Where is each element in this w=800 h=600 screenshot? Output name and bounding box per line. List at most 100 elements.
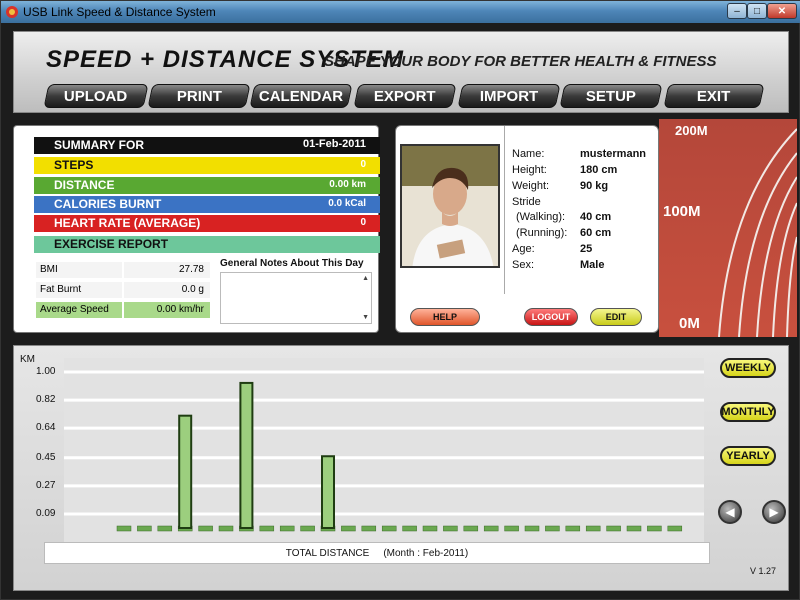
exercise-report-row[interactable]: EXERCISE REPORT [34, 236, 380, 253]
exit-button[interactable]: EXIT [663, 84, 765, 108]
app-window: USB Link Speed & Distance System – □ ✕ S… [0, 0, 800, 600]
baseline-mark [381, 525, 397, 532]
baseline-mark [545, 525, 560, 532]
import-button[interactable]: IMPORT [457, 84, 561, 108]
baseline-mark [443, 525, 458, 532]
close-icon: ✕ [777, 5, 787, 17]
baseline-mark [647, 525, 662, 532]
baseline-mark [361, 525, 377, 532]
upload-button[interactable]: UPLOAD [43, 84, 149, 108]
baseline-mark [402, 525, 417, 532]
print-button[interactable]: PRINT [147, 84, 251, 108]
steps-label: STEPS [54, 158, 94, 172]
track-0m-label: 0M [679, 315, 700, 332]
baseline-mark [300, 525, 315, 532]
baseline-mark [483, 525, 499, 532]
height-label: Height: [512, 164, 547, 176]
person-photo-icon [402, 146, 498, 266]
maximize-button[interactable]: □ [747, 3, 767, 19]
baseline-mark [341, 525, 356, 532]
baseline-mark [585, 525, 601, 532]
total-distance-label: TOTAL DISTANCE [285, 547, 370, 559]
version-label: V 1.27 [749, 566, 776, 576]
calendar-button[interactable]: CALENDAR [249, 84, 353, 108]
y-tick-label: 0.27 [36, 479, 56, 491]
distance-bar[interactable] [321, 455, 335, 529]
minimize-icon: – [734, 5, 740, 17]
y-tick-label: 0.45 [36, 451, 56, 463]
stride-label: Stride [512, 196, 541, 208]
baseline-mark [137, 525, 152, 532]
close-button[interactable]: ✕ [767, 3, 797, 19]
chart-footer: TOTAL DISTANCE (Month : Feb-2011) [44, 542, 710, 564]
next-period-button[interactable]: ▶ [762, 500, 786, 524]
setup-label: SETUP [585, 87, 636, 105]
header: SPEED + DISTANCE SYSTEM SHAPE YOUR BODY … [13, 31, 789, 113]
running-label: (Running): [516, 227, 568, 239]
baseline-mark [422, 525, 438, 532]
distance-chart-panel: KM 1.00 0.82 0.64 0.45 0.27 0.09 TOTAL DISTAN… [13, 345, 789, 591]
logout-button[interactable]: LOGOUT [524, 308, 578, 326]
baseline-mark [116, 525, 132, 532]
chart-background [64, 358, 704, 548]
summary-for-label: SUMMARY FOR [54, 138, 144, 152]
distance-bar[interactable] [239, 381, 254, 530]
name-label: Name: [512, 148, 545, 160]
calories-value: 0.0 kCal [328, 198, 366, 209]
edit-button[interactable]: EDIT [590, 308, 642, 326]
notes-textarea[interactable]: ▲ ▼ [220, 272, 372, 324]
distance-bar[interactable] [178, 414, 193, 529]
setup-button[interactable]: SETUP [559, 84, 663, 108]
distance-value: 0.00 km [329, 179, 366, 190]
profile-divider [504, 126, 505, 294]
calories-label: CALORIES BURNT [54, 197, 162, 211]
calories-row[interactable]: CALORIES BURNT 0.0 kCal [34, 196, 380, 213]
chart-y-unit: KM [20, 354, 35, 365]
previous-period-button[interactable]: ◀ [718, 500, 742, 524]
baseline-mark [667, 525, 683, 532]
scroll-up-icon[interactable]: ▲ [362, 275, 369, 282]
age-value: 25 [580, 243, 593, 255]
notes-title: General Notes About This Day [220, 258, 364, 269]
monthly-button[interactable]: MONTHLY [720, 402, 776, 422]
y-tick-label: 0.82 [36, 394, 56, 406]
summary-date: 01-Feb-2011 [303, 138, 366, 150]
y-tick-label: 1.00 [36, 366, 56, 377]
distance-label: DISTANCE [54, 178, 115, 192]
upload-label: UPLOAD [64, 87, 128, 105]
import-label: IMPORT [479, 87, 539, 105]
summary-header-row: SUMMARY FOR 01-Feb-2011 [34, 137, 380, 154]
profile-panel: Name: mustermann Height: 180 cm Weight: … [395, 125, 659, 333]
arrow-left-icon: ◀ [725, 505, 735, 519]
help-button[interactable]: HELP [410, 308, 480, 326]
scroll-down-icon[interactable]: ▼ [362, 314, 369, 321]
sex-value: Male [580, 259, 605, 271]
steps-value: 0 [360, 159, 366, 170]
baseline-mark [626, 525, 642, 532]
average-speed-label: Average Speed [36, 302, 122, 318]
heart-rate-label: HEART RATE (AVERAGE) [54, 216, 201, 230]
distance-row[interactable]: DISTANCE 0.00 km [34, 177, 380, 194]
height-value: 180 cm [580, 164, 618, 176]
yearly-button[interactable]: YEARLY [720, 446, 776, 466]
age-label: Age: [512, 243, 535, 255]
maximize-icon: □ [753, 5, 761, 17]
distance-bar-chart [64, 358, 704, 548]
baseline-mark [259, 525, 275, 532]
heart-rate-row[interactable]: HEART RATE (AVERAGE) 0 [34, 215, 380, 232]
walking-label: (Walking): [516, 211, 566, 223]
bmi-value: 27.78 [124, 262, 210, 278]
y-tick-label: 0.64 [36, 422, 56, 434]
sex-label: Sex: [512, 259, 535, 271]
steps-row[interactable]: STEPS 0 [34, 157, 380, 174]
weekly-button[interactable]: WEEKLY [720, 358, 776, 378]
baseline-mark [198, 525, 213, 532]
weight-value: 90 kg [580, 180, 609, 192]
track-lanes-icon [718, 128, 797, 337]
exercise-report-label: EXERCISE REPORT [54, 237, 169, 251]
average-speed-value: 0.00 km/hr [124, 302, 210, 318]
app-tagline: SHAPE YOUR BODY FOR BETTER HEALTH & FITN… [324, 53, 717, 70]
export-button[interactable]: EXPORT [353, 84, 457, 108]
minimize-button[interactable]: – [727, 3, 747, 19]
window-title: USB Link Speed & Distance System [23, 5, 216, 19]
